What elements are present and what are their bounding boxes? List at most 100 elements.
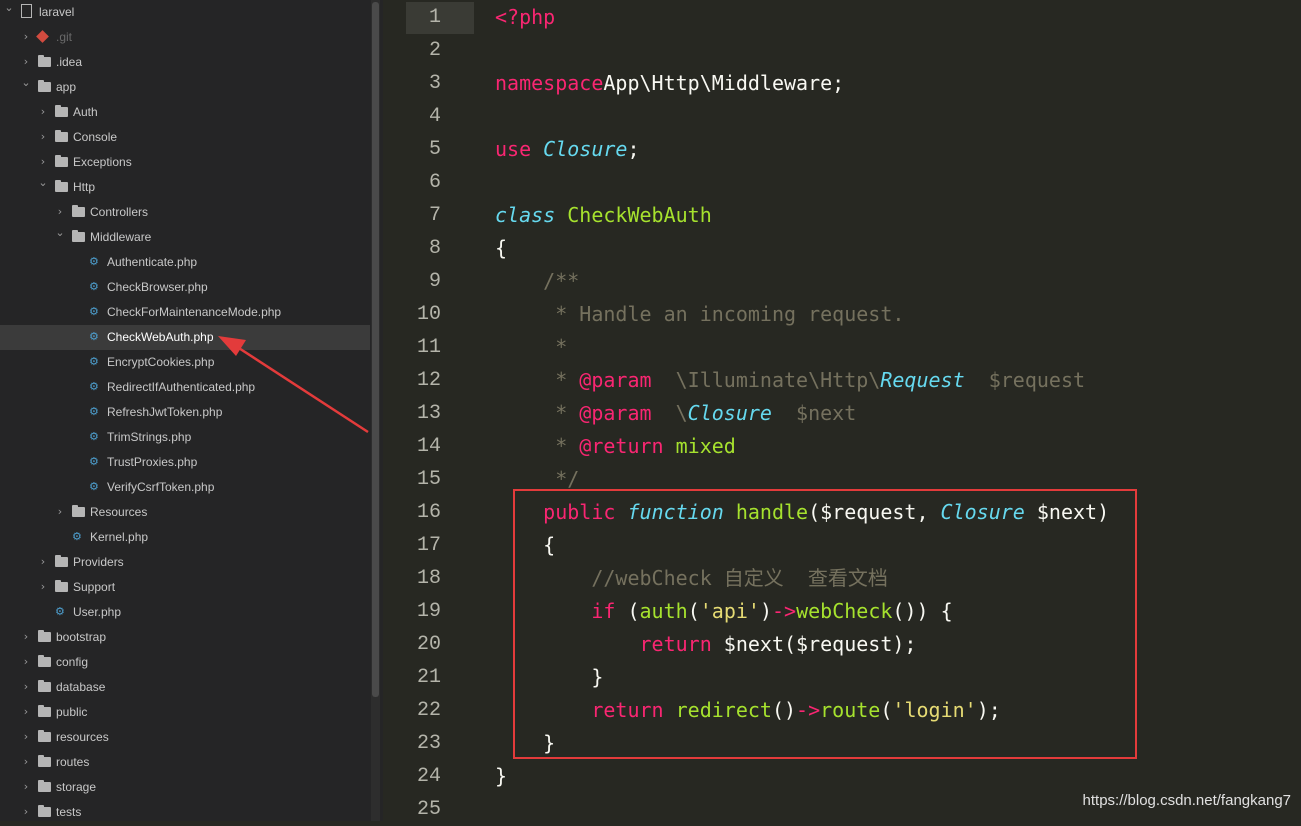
code-token: Closure [687,401,772,425]
tree-item-support[interactable]: › Support [0,575,370,600]
chevron-right-icon[interactable]: › [21,681,31,693]
chevron-right-icon[interactable]: › [55,206,65,218]
code-token: ; [627,137,640,161]
tree-item-checkformaintenancemode-php[interactable]: ⚙ CheckForMaintenanceMode.php [0,300,370,325]
chevron-right-icon[interactable]: › [21,781,31,793]
tree-item-database[interactable]: › database [0,675,370,700]
php-file-icon: ⚙ [89,480,99,493]
sidebar-scrollbar[interactable] [371,0,380,821]
folder-icon [38,780,51,792]
code-token: use [495,137,532,161]
watermark-text: https://blog.csdn.net/fangkang7 [1082,792,1291,809]
tree-item-label: config [56,655,89,669]
code-token: { [495,236,508,260]
chevron-down-icon[interactable]: ⌄ [55,227,65,239]
chevron-right-icon[interactable]: › [21,756,31,768]
chevron-right-icon[interactable]: › [38,556,48,568]
tree-item-label: .git [56,30,73,44]
tree-item-git[interactable]: › .git [0,25,370,50]
code-token: @param [579,368,652,392]
chevron-right-icon[interactable]: › [55,506,65,518]
code-line[interactable]: * @param \Illuminate\Http\Request $reque… [495,364,1085,397]
code-line[interactable]: /** [495,265,579,298]
line-number: 13 [416,402,441,425]
tree-item-middleware[interactable]: ⌄ Middleware [0,225,370,250]
tree-item-http[interactable]: ⌄ Http [0,175,370,200]
tree-item-config[interactable]: › config [0,650,370,675]
tree-item-idea[interactable]: › .idea [0,50,370,75]
tree-item-label: Resources [90,505,148,519]
folder-icon [72,230,85,242]
code-token: * [495,434,580,458]
tree-item-user-php[interactable]: ⚙ User.php [0,600,370,625]
chevron-right-icon[interactable]: › [21,656,31,668]
code-line[interactable]: * [495,331,567,364]
tree-item-storage[interactable]: › storage [0,775,370,800]
tree-item-label: Exceptions [73,155,132,169]
line-number: 9 [428,270,441,293]
tree-item-encryptcookies-php[interactable]: ⚙ EncryptCookies.php [0,350,370,375]
folder-icon [38,80,51,92]
php-file-icon: ⚙ [89,280,99,293]
code-token: @param [579,401,652,425]
tree-item-bootstrap[interactable]: › bootstrap [0,625,370,650]
tree-item-label: database [56,680,106,694]
code-line[interactable]: * @return mixed [495,430,736,463]
php-file-icon: ⚙ [89,455,99,468]
tree-item-controllers[interactable]: › Controllers [0,200,370,225]
tree-item-checkbrowser-php[interactable]: ⚙ CheckBrowser.php [0,275,370,300]
chevron-right-icon[interactable]: › [21,806,31,818]
chevron-right-icon[interactable]: › [38,131,48,143]
chevron-down-icon[interactable]: ⌄ [4,2,14,14]
code-token: <?php [495,5,556,29]
tree-item-resources[interactable]: › Resources [0,500,370,525]
tree-item-providers[interactable]: › Providers [0,550,370,575]
tree-item-auth[interactable]: › Auth [0,100,370,125]
tree-item-resources[interactable]: › resources [0,725,370,750]
chevron-right-icon[interactable]: › [21,31,31,43]
tree-item-label: Controllers [90,205,149,219]
chevron-right-icon[interactable]: › [21,631,31,643]
line-number: 20 [416,633,441,656]
code-line[interactable]: namespaceApp\Http\Middleware; [495,67,844,100]
tree-item-laravel[interactable]: ⌄ laravel [0,0,370,25]
tree-item-refreshjwttoken-php[interactable]: ⚙ RefreshJwtToken.php [0,400,370,425]
tree-item-tests[interactable]: › tests [0,800,370,821]
sidebar-scroll-thumb[interactable] [372,2,379,697]
chevron-right-icon[interactable]: › [38,156,48,168]
tree-item-redirectifauthenticated-php[interactable]: ⚙ RedirectIfAuthenticated.php [0,375,370,400]
code-token: namespace [495,71,604,95]
tree-item-trimstrings-php[interactable]: ⚙ TrimStrings.php [0,425,370,450]
tree-item-routes[interactable]: › routes [0,750,370,775]
tree-item-kernel-php[interactable]: ⚙ Kernel.php [0,525,370,550]
code-token: } [495,764,508,788]
code-line[interactable]: use Closure; [495,133,640,166]
tree-item-public[interactable]: › public [0,700,370,725]
chevron-right-icon[interactable]: › [38,581,48,593]
tree-item-authenticate-php[interactable]: ⚙ Authenticate.php [0,250,370,275]
tree-item-trustproxies-php[interactable]: ⚙ TrustProxies.php [0,450,370,475]
chevron-right-icon[interactable]: › [38,106,48,118]
folder-icon [55,580,68,592]
tree-item-label: CheckBrowser.php [107,280,208,294]
code-line[interactable]: class CheckWebAuth [495,199,712,232]
code-line[interactable]: } [495,760,507,793]
tree-item-console[interactable]: › Console [0,125,370,150]
tree-item-checkwebauth-php[interactable]: ⚙ CheckWebAuth.php [0,325,370,350]
tree-item-exceptions[interactable]: › Exceptions [0,150,370,175]
chevron-right-icon[interactable]: › [21,706,31,718]
code-token: class [495,203,556,227]
chevron-down-icon[interactable]: ⌄ [38,177,48,189]
chevron-down-icon[interactable]: ⌄ [21,77,31,89]
php-file-icon: ⚙ [89,255,99,268]
code-line[interactable]: { [495,232,507,265]
code-line[interactable]: * Handle an incoming request. [495,298,904,331]
code-line[interactable]: * @param \Closure $next [495,397,856,430]
code-line[interactable]: <?php [495,1,555,34]
tree-item-app[interactable]: ⌄ app [0,75,370,100]
chevron-right-icon[interactable]: › [21,56,31,68]
tree-item-verifycsrftoken-php[interactable]: ⚙ VerifyCsrfToken.php [0,475,370,500]
chevron-right-icon[interactable]: › [21,731,31,743]
line-number: 14 [416,435,441,458]
